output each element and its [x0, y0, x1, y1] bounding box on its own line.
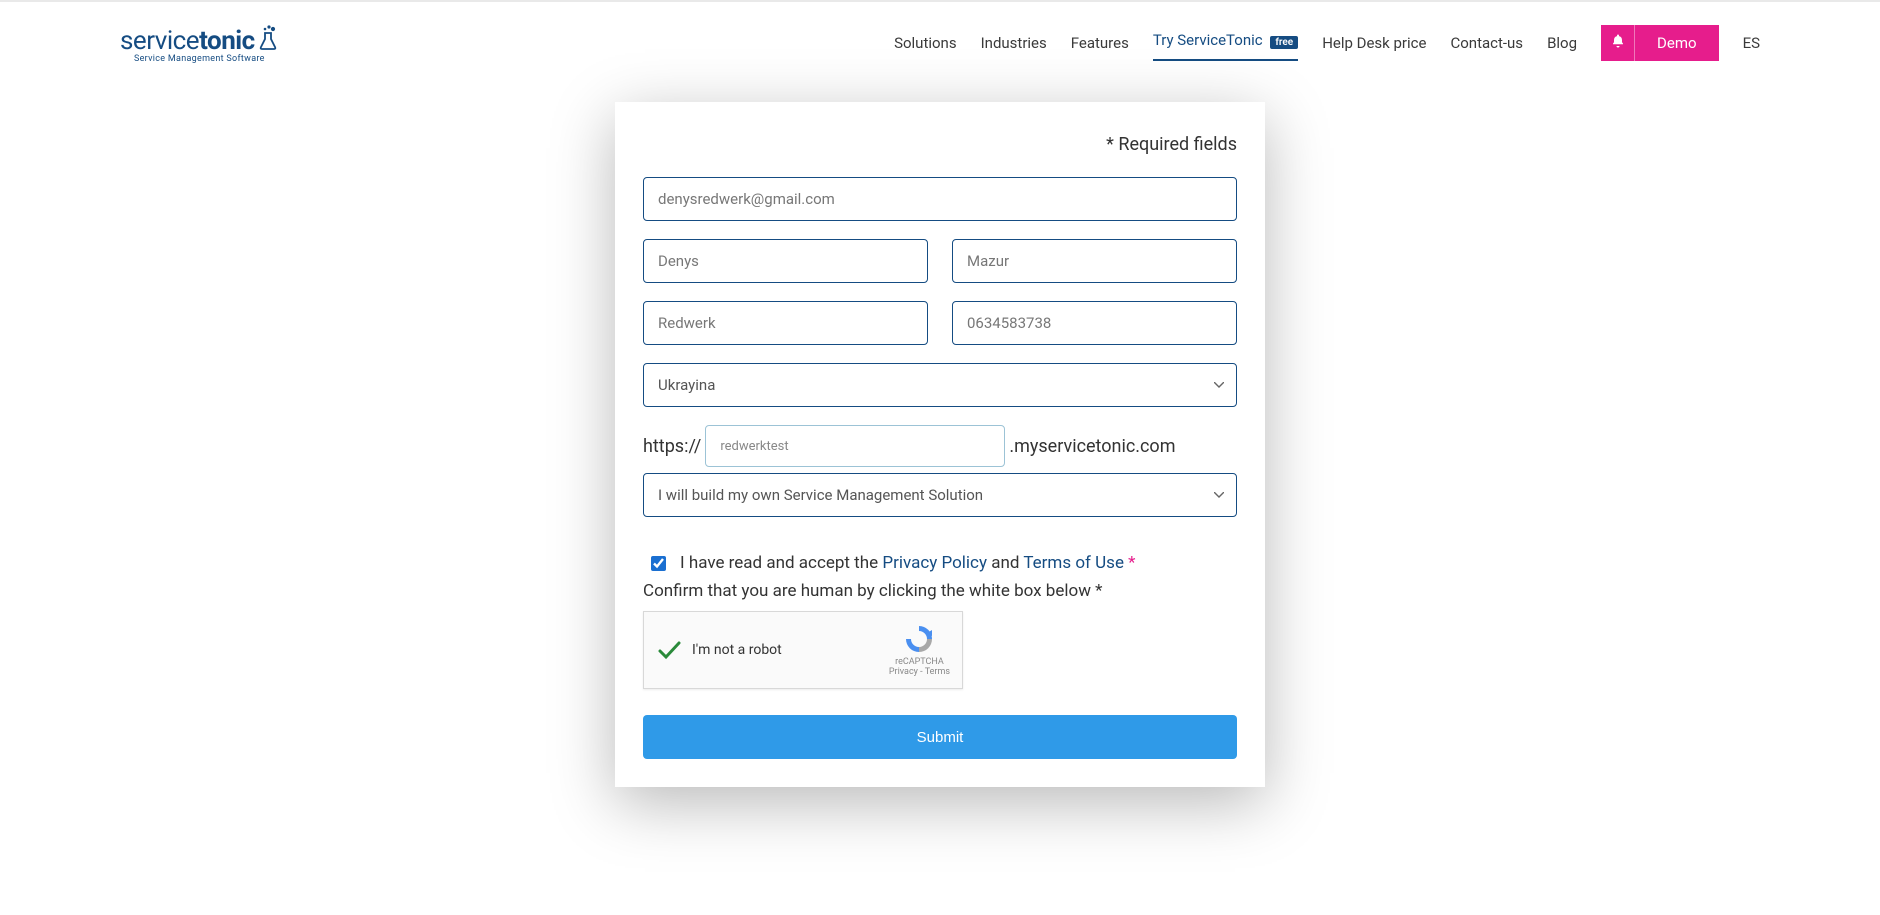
privacy-policy-link[interactable]: Privacy Policy [882, 553, 987, 573]
logo-text-service: service [120, 26, 199, 56]
nav-solutions[interactable]: Solutions [894, 28, 957, 58]
captcha-instruction: Confirm that you are human by clicking t… [643, 581, 1237, 601]
last-name-field[interactable] [952, 239, 1237, 283]
url-protocol-label: https:// [643, 436, 701, 457]
first-name-field[interactable] [643, 239, 928, 283]
nav-blog[interactable]: Blog [1547, 28, 1577, 58]
nav-contact-us[interactable]: Contact-us [1450, 28, 1523, 58]
url-builder-row: https:// .myservicetonic.com [643, 425, 1237, 467]
language-toggle[interactable]: ES [1743, 34, 1760, 52]
demo-button[interactable]: Demo [1635, 25, 1719, 61]
consent-checkbox[interactable] [651, 556, 666, 571]
signup-form-card: * Required fields Ukrayina https:// .mys… [615, 102, 1265, 787]
recaptcha-widget[interactable]: I'm not a robot reCAPTCHA Privacy - Term… [643, 611, 963, 689]
bell-icon [1610, 33, 1626, 53]
logo-text-tonic: tonic [199, 26, 255, 56]
notifications-button[interactable] [1601, 25, 1635, 61]
terms-of-use-link[interactable]: Terms of Use [1023, 553, 1124, 573]
checkmark-icon [656, 637, 682, 663]
submit-button[interactable]: Submit [643, 715, 1237, 759]
company-field[interactable] [643, 301, 928, 345]
nav-helpdesk-price[interactable]: Help Desk price [1322, 28, 1426, 58]
recaptcha-label: I'm not a robot [692, 642, 889, 658]
country-select[interactable]: Ukrayina [643, 363, 1237, 407]
recaptcha-links[interactable]: Privacy - Terms [889, 667, 950, 677]
url-domain-label: .myservicetonic.com [1009, 436, 1175, 457]
badge-free: free [1270, 36, 1298, 49]
recaptcha-brand: reCAPTCHA Privacy - Terms [889, 623, 950, 677]
recaptcha-brand-text: reCAPTCHA [889, 657, 950, 667]
subdomain-field[interactable] [705, 425, 1005, 467]
consent-text: I have read and accept the Privacy Polic… [680, 553, 1136, 573]
nav-try-label: Try ServiceTonic [1153, 31, 1263, 49]
nav-try-servicetonic[interactable]: Try ServiceTonic free [1153, 25, 1298, 61]
solution-select[interactable]: I will build my own Service Management S… [643, 473, 1237, 517]
recaptcha-logo-icon [903, 623, 935, 655]
logo-tagline: Service Management Software [134, 54, 265, 64]
nav-features[interactable]: Features [1071, 28, 1129, 58]
required-fields-note: * Required fields [643, 134, 1237, 155]
consent-row: I have read and accept the Privacy Polic… [643, 553, 1237, 573]
cta-group: Demo [1601, 25, 1719, 61]
brand-logo[interactable]: servicetonic Service Management Software [120, 23, 279, 64]
main-nav: Solutions Industries Features Try Servic… [894, 25, 1760, 61]
site-header: servicetonic Service Management Software… [0, 2, 1880, 84]
flask-icon [257, 25, 279, 51]
nav-industries[interactable]: Industries [981, 28, 1047, 58]
email-field[interactable] [643, 177, 1237, 221]
phone-field[interactable] [952, 301, 1237, 345]
